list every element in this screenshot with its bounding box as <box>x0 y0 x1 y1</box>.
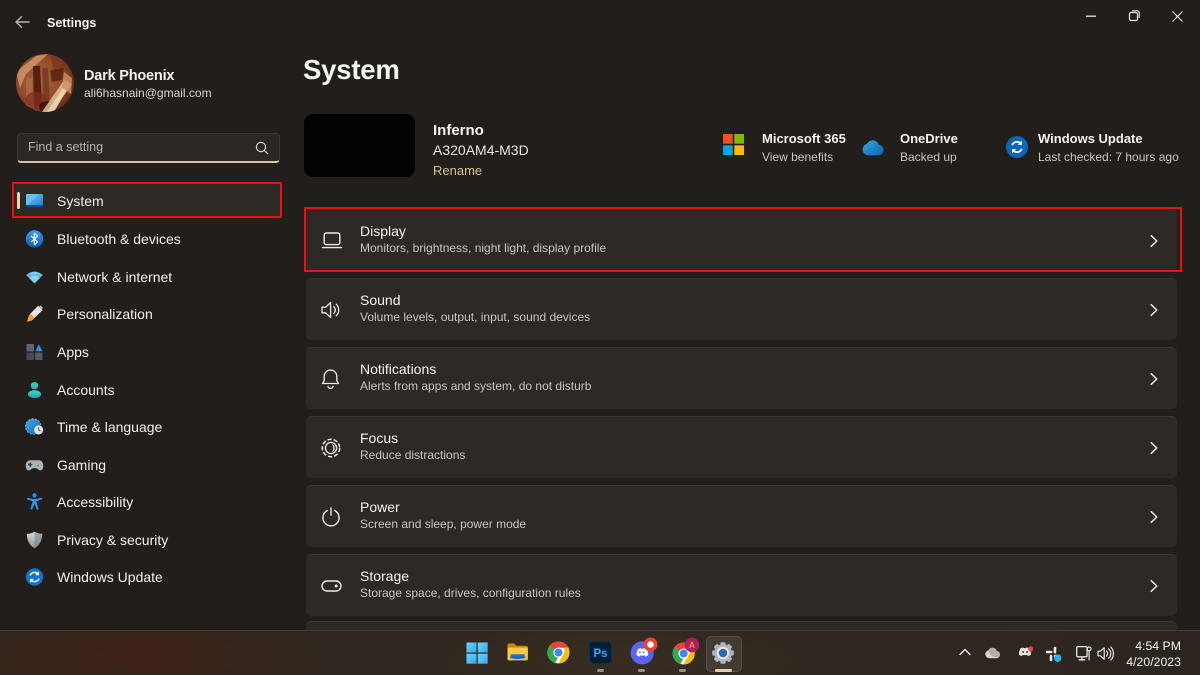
svg-text:A: A <box>689 640 695 650</box>
svg-text:Ps: Ps <box>593 648 607 660</box>
